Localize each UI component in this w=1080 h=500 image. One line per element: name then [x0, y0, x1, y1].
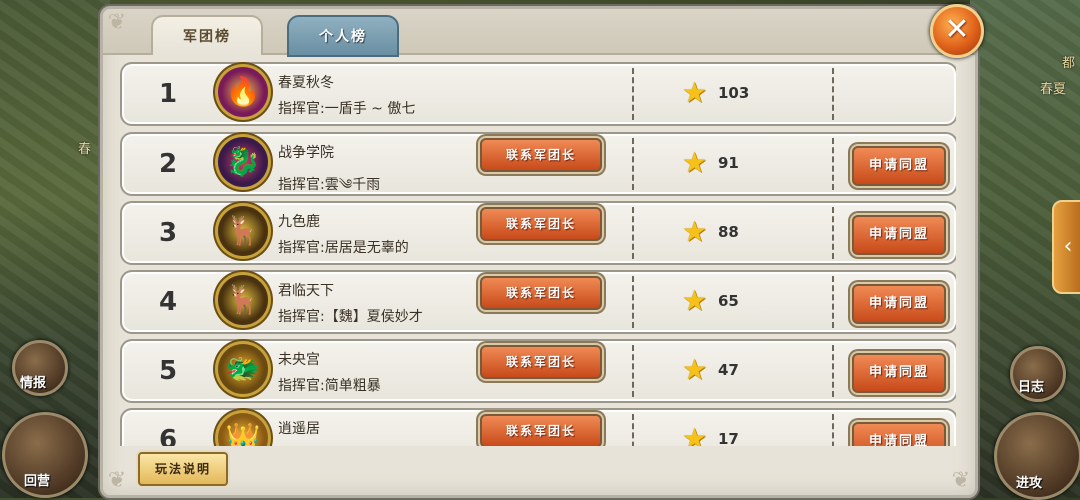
- column-divider: [632, 207, 634, 259]
- column-divider: [832, 207, 834, 259]
- legion-name: 九色鹿: [278, 214, 320, 230]
- apply-alliance-button[interactable]: 申请同盟: [852, 284, 946, 324]
- column-divider: [632, 345, 634, 397]
- column-divider: [832, 138, 834, 190]
- star-icon: ★: [682, 76, 708, 109]
- ranking-row: 6 👑 逍遥居 联系军团长 ★ 17 申请同盟: [120, 408, 956, 446]
- rank-number: 5: [158, 356, 178, 386]
- star-icon: ★: [682, 353, 708, 386]
- rank-number: 4: [158, 287, 178, 317]
- legion-emblem-icon: 🦌: [218, 275, 268, 325]
- contact-leader-button[interactable]: 联系军团长: [480, 207, 602, 241]
- ranking-list[interactable]: 1 🔥 春夏秋冬 指挥官:一盾手 ~ 傲七 ★ 103 2 🐉 战争学院 指挥官…: [120, 62, 956, 446]
- star-icon: ★: [682, 284, 708, 317]
- legion-score: 47: [718, 361, 739, 379]
- commander-name: 指挥官:居居是无辜的: [278, 240, 409, 256]
- legion-name: 春夏秋冬: [278, 75, 334, 91]
- side-expand-tab[interactable]: ‹: [1052, 200, 1080, 294]
- legion-emblem-icon: 🦌: [218, 206, 268, 256]
- ranking-row: 3 🦌 九色鹿 指挥官:居居是无辜的 联系军团长 ★ 88 申请同盟: [120, 201, 956, 265]
- commander-name: 指挥官:一盾手 ~ 傲七: [278, 101, 416, 117]
- rank-number: 6: [158, 425, 178, 446]
- corner-ornament-icon: ❦: [107, 10, 127, 35]
- column-divider: [632, 414, 634, 446]
- legion-emblem-icon: 🐲: [218, 344, 268, 394]
- map-label-legion-left: 春: [78, 142, 92, 157]
- tab-legion-ranking[interactable]: 军团榜: [151, 15, 263, 55]
- daily-label: 日志: [1018, 380, 1045, 395]
- legion-emblem-icon: 🔥: [218, 67, 268, 117]
- commander-name: 指挥官:简单粗暴: [278, 378, 381, 394]
- rank-number: 3: [158, 218, 178, 248]
- column-divider: [632, 276, 634, 328]
- ranking-row: 1 🔥 春夏秋冬 指挥官:一盾手 ~ 傲七 ★ 103: [120, 62, 956, 126]
- apply-alliance-button[interactable]: 申请同盟: [852, 422, 946, 446]
- legion-score: 103: [718, 84, 750, 102]
- contact-leader-button[interactable]: 联系军团长: [480, 345, 602, 379]
- rank-number: 1: [158, 79, 178, 109]
- attack-label: 进攻: [1016, 476, 1043, 491]
- legion-name: 君临天下: [278, 283, 334, 299]
- ranking-row: 2 🐉 战争学院 指挥官:雲༄千雨 联系军团长 ★ 91 申请同盟: [120, 132, 956, 196]
- legion-score: 91: [718, 154, 739, 172]
- apply-alliance-button[interactable]: 申请同盟: [852, 146, 946, 186]
- column-divider: [832, 68, 834, 120]
- intel-label: 情报: [20, 376, 47, 391]
- star-icon: ★: [682, 146, 708, 179]
- column-divider: [632, 68, 634, 120]
- corner-ornament-icon: ❦: [951, 468, 971, 493]
- close-icon: ✕: [944, 12, 970, 47]
- legion-name: 未央宫: [278, 352, 320, 368]
- contact-leader-button[interactable]: 联系军团长: [480, 276, 602, 310]
- ranking-row: 4 🦌 君临天下 指挥官:【魏】夏侯妙才 联系军团长 ★ 65 申请同盟: [120, 270, 956, 334]
- apply-alliance-button[interactable]: 申请同盟: [852, 353, 946, 393]
- map-label-legion: 春夏: [1040, 82, 1067, 97]
- return-camp-label: 回营: [24, 474, 51, 489]
- legion-score: 17: [718, 430, 739, 446]
- map-label-city: 都: [1062, 56, 1076, 71]
- legion-score: 88: [718, 223, 739, 241]
- column-divider: [832, 414, 834, 446]
- apply-alliance-button[interactable]: 申请同盟: [852, 215, 946, 255]
- corner-ornament-icon: ❦: [107, 468, 127, 493]
- rules-button[interactable]: 玩法说明: [138, 452, 228, 486]
- legion-name: 战争学院: [278, 145, 334, 161]
- legion-name: 逍遥居: [278, 421, 320, 437]
- legion-emblem-icon: 🐉: [218, 137, 268, 187]
- contact-leader-button[interactable]: 联系军团长: [480, 138, 602, 172]
- legion-score: 65: [718, 292, 739, 310]
- legion-emblem-icon: 👑: [218, 413, 268, 446]
- star-icon: ★: [682, 215, 708, 248]
- commander-name: 指挥官:【魏】夏侯妙才: [278, 309, 423, 325]
- column-divider: [832, 276, 834, 328]
- ranking-row: 5 🐲 未央宫 指挥官:简单粗暴 联系军团长 ★ 47 申请同盟: [120, 339, 956, 403]
- tab-personal-ranking[interactable]: 个人榜: [287, 15, 399, 57]
- column-divider: [832, 345, 834, 397]
- contact-leader-button[interactable]: 联系军团长: [480, 414, 602, 446]
- column-divider: [632, 138, 634, 190]
- rank-number: 2: [158, 149, 178, 179]
- close-button[interactable]: ✕: [930, 4, 984, 58]
- star-icon: ★: [682, 422, 708, 447]
